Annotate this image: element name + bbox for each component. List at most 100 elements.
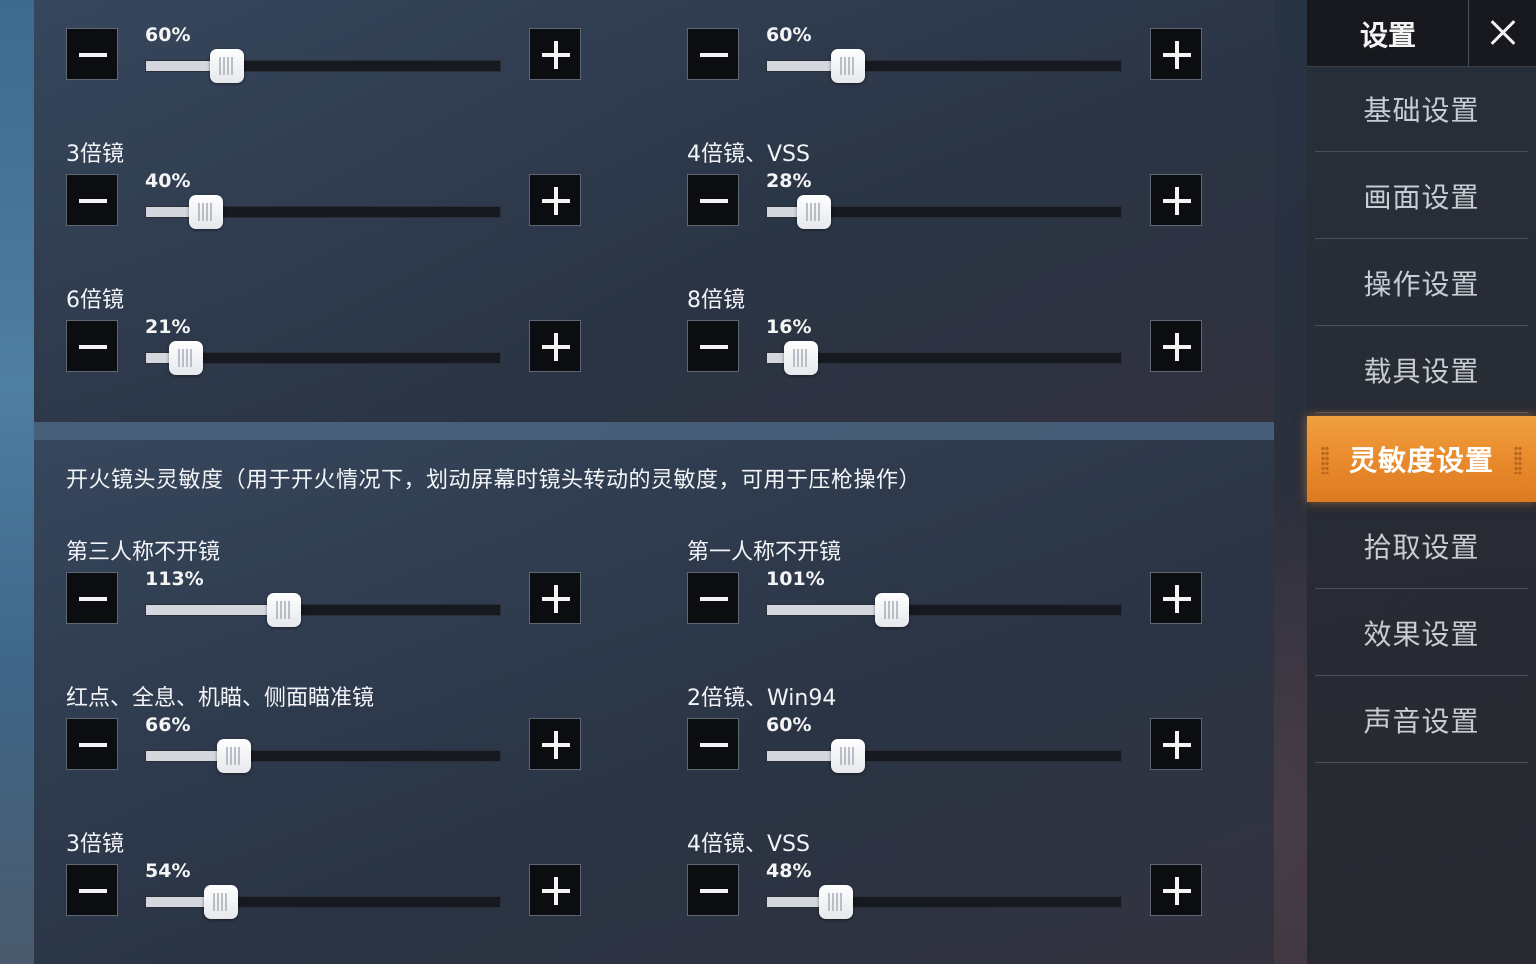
slider-value: 54% bbox=[145, 860, 191, 882]
slider-value: 60% bbox=[145, 24, 191, 46]
slider-thumb[interactable] bbox=[875, 593, 910, 627]
sidebar-item-label: 基础设置 bbox=[1363, 93, 1480, 127]
grip-right-icon bbox=[1514, 446, 1522, 474]
minus-icon bbox=[67, 175, 117, 225]
minus-icon bbox=[67, 719, 117, 769]
sensitivity-slider[interactable] bbox=[766, 885, 1122, 919]
sensitivity-slider[interactable] bbox=[766, 739, 1122, 773]
increase-button[interactable] bbox=[1150, 174, 1202, 226]
slider-label: 红点、全息、机瞄、侧面瞄准镜 bbox=[66, 686, 375, 711]
sidebar-item-pickup[interactable]: 拾取设置 bbox=[1315, 503, 1528, 589]
minus-icon bbox=[688, 29, 738, 79]
slider-label: 3倍镜 bbox=[66, 142, 124, 167]
minus-icon bbox=[67, 573, 117, 623]
increase-button[interactable] bbox=[529, 572, 581, 624]
slider-value: 60% bbox=[766, 24, 812, 46]
sensitivity-slider[interactable] bbox=[145, 593, 501, 627]
decrease-button[interactable] bbox=[66, 174, 118, 226]
increase-button[interactable] bbox=[529, 320, 581, 372]
slider-thumb[interactable] bbox=[210, 49, 245, 83]
slider-value: 48% bbox=[766, 860, 812, 882]
slider-value: 101% bbox=[766, 568, 825, 590]
sidebar-item-vehicle[interactable]: 载具设置 bbox=[1315, 327, 1528, 413]
sensitivity-slider[interactable] bbox=[145, 195, 501, 229]
slider-label: 第三人称不开镜 bbox=[66, 540, 221, 565]
slider-fill bbox=[767, 605, 893, 615]
plus-icon bbox=[530, 321, 580, 371]
sensitivity-slider[interactable] bbox=[766, 341, 1122, 375]
increase-button[interactable] bbox=[1150, 718, 1202, 770]
sidebar-item-label: 画面设置 bbox=[1363, 180, 1480, 214]
slider-value: 40% bbox=[145, 170, 191, 192]
decrease-button[interactable] bbox=[66, 28, 118, 80]
decrease-button[interactable] bbox=[66, 718, 118, 770]
sidebar-item-label: 载具设置 bbox=[1363, 354, 1480, 388]
sidebar-item-effects[interactable]: 效果设置 bbox=[1315, 590, 1528, 676]
plus-icon bbox=[1151, 573, 1201, 623]
slider-thumb[interactable] bbox=[831, 49, 866, 83]
slider-thumb[interactable] bbox=[188, 195, 223, 229]
decrease-button[interactable] bbox=[66, 864, 118, 916]
slider-thumb[interactable] bbox=[818, 885, 853, 919]
slider-thumb[interactable] bbox=[216, 739, 251, 773]
decrease-button[interactable] bbox=[687, 572, 739, 624]
slider-fill bbox=[146, 605, 285, 615]
slider-value: 21% bbox=[145, 316, 191, 338]
slider-value: 16% bbox=[766, 316, 812, 338]
left-edge-strip bbox=[0, 0, 34, 964]
slider-value: 28% bbox=[766, 170, 812, 192]
sensitivity-slider[interactable] bbox=[145, 49, 501, 83]
close-button[interactable] bbox=[1468, 0, 1536, 66]
minus-icon bbox=[688, 175, 738, 225]
slider-label: 3倍镜 bbox=[66, 832, 124, 857]
slider-thumb[interactable] bbox=[784, 341, 819, 375]
slider-label: 2倍镜、Win94 bbox=[687, 686, 837, 711]
sidebar-item-audio[interactable]: 声音设置 bbox=[1315, 677, 1528, 763]
sensitivity-slider[interactable] bbox=[766, 195, 1122, 229]
slider-value: 60% bbox=[766, 714, 812, 736]
increase-button[interactable] bbox=[1150, 28, 1202, 80]
increase-button[interactable] bbox=[1150, 320, 1202, 372]
decrease-button[interactable] bbox=[687, 718, 739, 770]
slider-value: 113% bbox=[145, 568, 204, 590]
sidebar-item-basic[interactable]: 基础设置 bbox=[1315, 66, 1528, 152]
slider-thumb[interactable] bbox=[831, 739, 866, 773]
slider-thumb[interactable] bbox=[797, 195, 832, 229]
plus-icon bbox=[530, 865, 580, 915]
sensitivity-slider[interactable] bbox=[145, 341, 501, 375]
plus-icon bbox=[1151, 29, 1201, 79]
decrease-button[interactable] bbox=[66, 320, 118, 372]
increase-button[interactable] bbox=[529, 174, 581, 226]
sensitivity-slider[interactable] bbox=[766, 593, 1122, 627]
decrease-button[interactable] bbox=[687, 174, 739, 226]
plus-icon bbox=[1151, 719, 1201, 769]
sidebar-item-label: 声音设置 bbox=[1363, 704, 1480, 738]
slider-value: 66% bbox=[145, 714, 191, 736]
sensitivity-slider[interactable] bbox=[145, 885, 501, 919]
decrease-button[interactable] bbox=[66, 572, 118, 624]
increase-button[interactable] bbox=[1150, 572, 1202, 624]
sidebar-item-label: 拾取设置 bbox=[1363, 530, 1480, 564]
sensitivity-slider[interactable] bbox=[766, 49, 1122, 83]
sensitivity-slider[interactable] bbox=[145, 739, 501, 773]
increase-button[interactable] bbox=[529, 718, 581, 770]
decrease-button[interactable] bbox=[687, 320, 739, 372]
sidebar-item-display[interactable]: 画面设置 bbox=[1315, 153, 1528, 239]
decrease-button[interactable] bbox=[687, 28, 739, 80]
sidebar-item-sensitivity[interactable]: 灵敏度设置 bbox=[1307, 416, 1536, 502]
slider-label: 4倍镜、VSS bbox=[687, 142, 810, 167]
slider-label: 第一人称不开镜 bbox=[687, 540, 842, 565]
slider-thumb[interactable] bbox=[267, 593, 302, 627]
decrease-button[interactable] bbox=[687, 864, 739, 916]
panel-divider bbox=[34, 422, 1274, 440]
sidebar-item-label: 效果设置 bbox=[1363, 617, 1480, 651]
increase-button[interactable] bbox=[529, 864, 581, 916]
increase-button[interactable] bbox=[529, 28, 581, 80]
sidebar-item-controls[interactable]: 操作设置 bbox=[1315, 240, 1528, 326]
slider-thumb[interactable] bbox=[168, 341, 203, 375]
minus-icon bbox=[688, 865, 738, 915]
minus-icon bbox=[67, 865, 117, 915]
slider-thumb[interactable] bbox=[203, 885, 238, 919]
increase-button[interactable] bbox=[1150, 864, 1202, 916]
plus-icon bbox=[1151, 175, 1201, 225]
